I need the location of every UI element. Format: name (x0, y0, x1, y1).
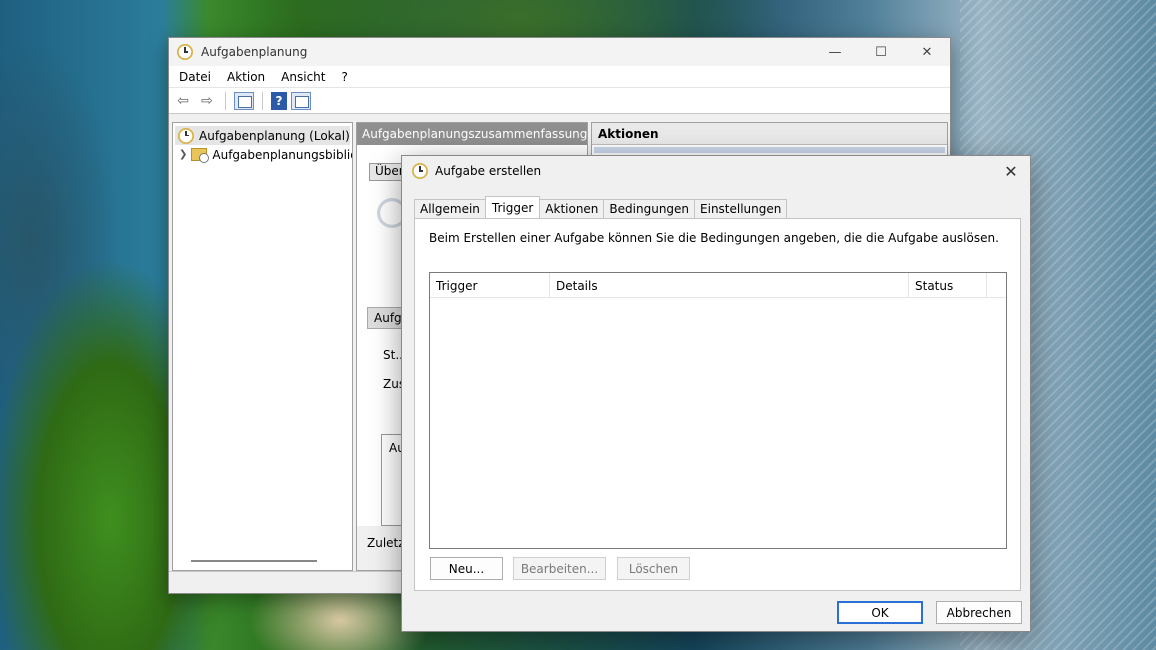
tree-item-task-scheduler-local[interactable]: Aufgabenplanung (Lokal) (175, 126, 350, 145)
tab-settings[interactable]: Einstellungen (694, 199, 788, 218)
trigger-list-header: Trigger Details Status (430, 273, 1006, 298)
tree-item-label: Aufgabenplanungsbibliothek (212, 147, 352, 162)
horizontal-scrollbar[interactable] (191, 560, 317, 562)
summary-header: Aufgabenplanungszusammenfassung (letzte … (357, 123, 587, 145)
column-header-status[interactable]: Status (909, 273, 987, 298)
clock-icon (178, 127, 194, 144)
help-icon[interactable]: ? (271, 91, 287, 110)
toolbar-separator (225, 91, 226, 110)
dialog-close-icon[interactable]: ✕ (1000, 160, 1022, 182)
close-button[interactable]: ✕ (904, 38, 950, 66)
menu-help[interactable]: ? (333, 70, 355, 84)
new-trigger-button[interactable]: Neu... (430, 557, 503, 580)
folder-clock-icon (191, 148, 210, 163)
cancel-button[interactable]: Abbrechen (936, 601, 1022, 624)
trigger-tab-panel: Beim Erstellen einer Aufgabe können Sie … (414, 218, 1021, 591)
toolbar-separator (262, 91, 263, 110)
chevron-right-icon[interactable]: ❯ (179, 149, 187, 160)
delete-trigger-button[interactable]: Löschen (617, 557, 690, 580)
main-window-title: Aufgabenplanung (201, 45, 308, 59)
column-header-trigger[interactable]: Trigger (430, 273, 550, 298)
forward-arrow-icon[interactable]: ⇨ (197, 91, 217, 111)
trigger-list[interactable]: Trigger Details Status (429, 272, 1007, 549)
back-arrow-icon[interactable]: ⇦ (173, 91, 193, 111)
menu-action[interactable]: Aktion (219, 70, 273, 84)
trigger-description: Beim Erstellen einer Aufgabe können Sie … (429, 231, 999, 245)
main-titlebar[interactable]: Aufgabenplanung — ☐ ✕ (169, 38, 950, 66)
actions-subheader[interactable] (594, 147, 945, 153)
ok-button[interactable]: OK (837, 601, 923, 624)
tab-trigger[interactable]: Trigger (484, 196, 541, 218)
create-task-dialog: Aufgabe erstellen ✕ Allgemein Trigger Ak… (401, 155, 1031, 632)
menu-view[interactable]: Ansicht (273, 70, 333, 84)
maximize-button[interactable]: ☐ (858, 38, 904, 66)
dialog-tabs: Allgemein Trigger Aktionen Bedingungen E… (414, 196, 788, 218)
menu-bar: Datei Aktion Ansicht ? (169, 66, 950, 88)
clock-icon (412, 163, 428, 179)
dialog-title: Aufgabe erstellen (435, 164, 542, 178)
clock-icon (177, 44, 193, 60)
tree-item-task-library[interactable]: ❯ Aufgabenplanungsbibliothek (173, 145, 352, 164)
dialog-titlebar[interactable]: Aufgabe erstellen (402, 156, 1030, 186)
column-header-details[interactable]: Details (550, 273, 909, 298)
edit-trigger-button[interactable]: Bearbeiten... (513, 557, 606, 580)
minimize-button[interactable]: — (812, 38, 858, 66)
tree-item-label: Aufgabenplanung (Lokal) (199, 128, 350, 143)
show-hide-action-pane-icon[interactable] (291, 91, 311, 110)
console-tree-pane: Aufgabenplanung (Lokal) ❯ Aufgabenplanun… (172, 122, 353, 571)
show-hide-console-tree-icon[interactable] (234, 91, 254, 110)
tab-conditions[interactable]: Bedingungen (603, 199, 696, 218)
toolbar: ⇦ ⇨ ? (169, 88, 950, 114)
tab-actions[interactable]: Aktionen (539, 199, 605, 218)
tab-general[interactable]: Allgemein (414, 199, 486, 218)
actions-header: Aktionen (592, 123, 947, 145)
menu-file[interactable]: Datei (171, 70, 219, 84)
